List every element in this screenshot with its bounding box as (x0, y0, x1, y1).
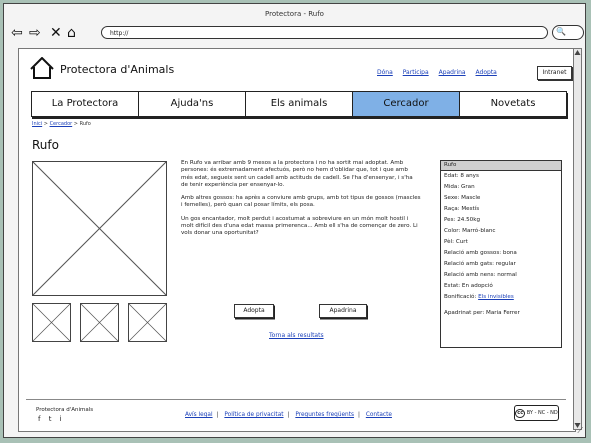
footer-link-contact[interactable]: Contacte (366, 412, 392, 418)
breadcrumb-separator: > (73, 121, 78, 127)
animal-thumbnail-1[interactable] (32, 303, 71, 342)
license-text: BY - NC - ND (526, 410, 558, 416)
info-row-sex: Sexe: Mascle (444, 195, 481, 201)
info-row-dogs: Relació amb gossos: bona (444, 250, 517, 256)
animal-info-box: Rufo Edat: 8 anys Mida: Gran Sexe: Mascl… (440, 160, 562, 348)
description-paragraph: Amb altres gossos: ha après a conviure a… (181, 195, 421, 209)
animal-thumbnail-2[interactable] (80, 303, 119, 342)
footer-brand: Protectora d'Animals (36, 407, 94, 413)
browser-window: Protectora - Rufo ⇦ ⇨ ✕ ⌂ http:// 🔍 Prot… (3, 3, 586, 438)
info-row-cats: Relació amb gats: regular (444, 261, 516, 267)
info-row-weight: Pes: 24.50kg (444, 217, 480, 223)
web-page: Protectora d'Animals Dóna Participa Apad… (18, 48, 576, 432)
footer-link-privacy[interactable]: Política de privacitat (224, 412, 283, 418)
intranet-button[interactable]: Intranet (537, 66, 572, 80)
nav-item-la-protectora[interactable]: La Protectora (32, 92, 139, 116)
site-logo-text[interactable]: Protectora d'Animals (60, 63, 174, 76)
info-box-title: Rufo (441, 161, 561, 171)
search-icon: 🔍 (556, 27, 566, 36)
info-row-status: Estat: En adopció (444, 283, 493, 289)
back-to-results-link[interactable]: Torna als resultats (269, 332, 324, 339)
breadcrumb-separator: > (43, 121, 48, 127)
breadcrumb: Inici > Cercador > Rufo (32, 121, 91, 127)
vertical-scrollbar[interactable] (573, 48, 582, 430)
breadcrumb-home[interactable]: Inici (32, 121, 42, 127)
resize-grip-icon[interactable]: ⟋ (577, 426, 583, 436)
page-footer: Protectora d'Animals f t i Avís legal | P… (26, 399, 566, 426)
social-icons[interactable]: f t i (38, 415, 65, 423)
top-link-apadrina[interactable]: Apadrina (439, 69, 466, 76)
cc-license-badge[interactable]: cc BY - NC - ND (514, 405, 559, 421)
browser-toolbar: ⇦ ⇨ ✕ ⌂ http:// 🔍 (4, 22, 585, 46)
url-input[interactable]: http:// (101, 26, 548, 39)
description-paragraph: Un gos encantador, molt perdut i acostum… (181, 215, 418, 237)
home-icon[interactable]: ⌂ (67, 24, 76, 42)
forward-arrow-icon[interactable]: ⇨ (29, 24, 41, 42)
animal-main-image[interactable] (32, 161, 167, 296)
top-link-adopta[interactable]: Adopta (476, 69, 497, 76)
nav-item-cercador[interactable]: Cercador (353, 92, 460, 116)
page-title: Rufo (32, 138, 59, 152)
description-paragraph: En Rufo va arribar amb 9 mesos a la prot… (181, 160, 413, 188)
cc-icon: cc (515, 409, 526, 418)
bonus-label: Bonificació: (444, 294, 477, 300)
window-title: Protectora - Rufo (265, 10, 324, 18)
close-icon[interactable]: ✕ (50, 24, 62, 42)
info-row-sponsor: Apadrinat per: Maria Ferrer (444, 310, 520, 316)
bonus-link[interactable]: Els invisibles (478, 294, 514, 300)
info-row-color: Color: Marró-blanc (444, 228, 496, 234)
browser-search-input[interactable]: 🔍 (552, 25, 584, 40)
info-row-breed: Raça: Mestís (444, 206, 480, 212)
info-row-kids: Relació amb nens: normal (444, 272, 517, 278)
main-nav: La Protectora Ajuda'ns Els animals Cerca… (31, 91, 567, 117)
top-links: Dóna Participa Apadrina Adopta (377, 69, 505, 76)
house-logo-icon[interactable] (30, 57, 54, 79)
info-row-bonus: Bonificació: Els invisibles (441, 292, 561, 303)
breadcrumb-current: Rufo (79, 121, 91, 127)
adopt-button[interactable]: Adopta (234, 304, 274, 318)
nav-item-els-animals[interactable]: Els animals (246, 92, 353, 116)
animal-description: En Rufo va arribar amb 9 mesos a la prot… (181, 160, 421, 244)
top-link-participa[interactable]: Participa (403, 69, 429, 76)
footer-links: Avís legal | Política de privacitat | Preg… (185, 412, 392, 418)
info-row-size: Mida: Gran (444, 184, 475, 190)
top-link-dona[interactable]: Dóna (377, 69, 393, 76)
animal-thumbnail-3[interactable] (128, 303, 167, 342)
sponsor-button[interactable]: Apadrina (319, 304, 367, 318)
info-row-hair: Pèl: Curt (444, 239, 468, 245)
back-arrow-icon[interactable]: ⇦ (11, 24, 23, 42)
footer-link-faq[interactable]: Preguntes freqüents (295, 412, 354, 418)
footer-link-legal[interactable]: Avís legal (185, 412, 213, 418)
nav-item-ajudans[interactable]: Ajuda'ns (139, 92, 246, 116)
breadcrumb-search[interactable]: Cercador (50, 121, 73, 127)
info-row-age: Edat: 8 anys (444, 173, 479, 179)
nav-item-novetats[interactable]: Novetats (460, 92, 566, 116)
